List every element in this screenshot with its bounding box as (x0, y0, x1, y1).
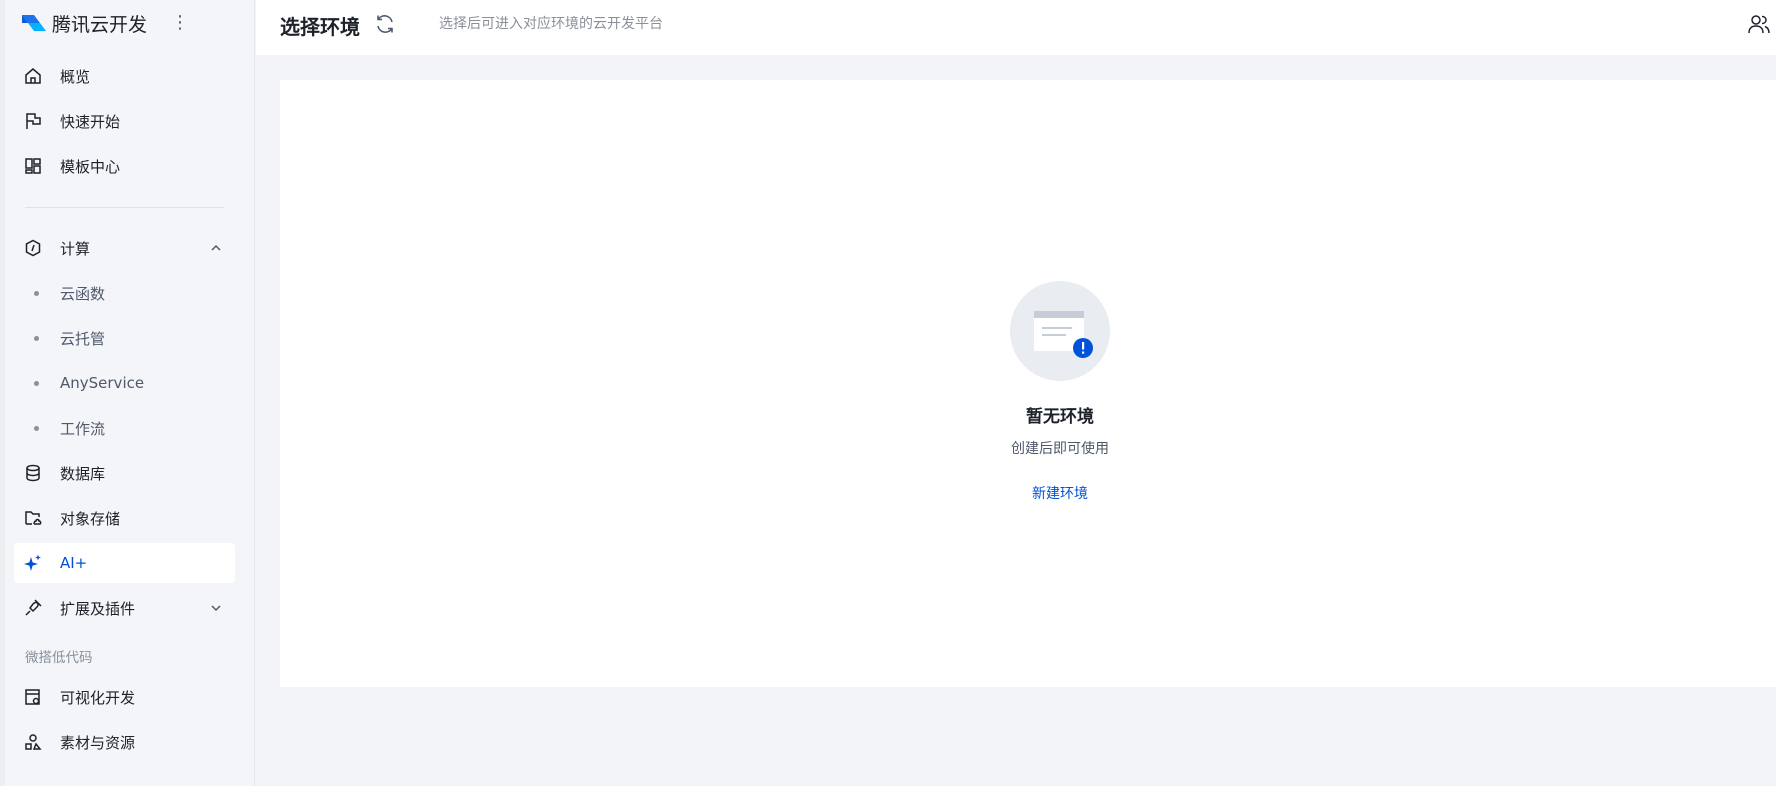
empty-state-description: 创建后即可使用 (1011, 441, 1109, 457)
chevron-down-icon (211, 605, 221, 612)
sidebar-item-label: 快速开始 (60, 112, 121, 131)
bullet-dot (34, 426, 39, 431)
create-environment-link[interactable]: 新建环境 (1000, 483, 1120, 503)
flag-icon (26, 113, 41, 129)
sidebar-subitem-cloud-hosting[interactable]: 云托管 (14, 318, 235, 358)
bullet-dot (34, 381, 39, 386)
sidebar-item-templates[interactable]: 模板中心 (14, 146, 235, 186)
tencent-cloud-logo-icon (22, 15, 46, 31)
sidebar-item-label: AnyService (60, 374, 145, 392)
page-title: 选择环境 (280, 15, 360, 39)
sidebar: 腾讯云开发 ⋮ 概览 快速开始 模板中心 计算 云函数 云托管 AnyServi… (0, 0, 255, 786)
plug-icon (25, 599, 42, 616)
grid-icon (25, 158, 41, 174)
sidebar-item-label: AI+ (60, 554, 88, 572)
brand[interactable]: 腾讯云开发 (20, 8, 240, 38)
sidebar-item-assets[interactable]: 素材与资源 (14, 722, 235, 762)
compute-icon (25, 239, 41, 257)
refresh-icon[interactable] (374, 13, 396, 35)
page-header: 选择环境 选择后可进入对应环境的云开发平台 (256, 0, 1776, 55)
visual-dev-icon (25, 689, 40, 705)
home-icon (25, 68, 41, 84)
sparkle-icon (24, 554, 41, 571)
sidebar-item-overview[interactable]: 概览 (14, 56, 235, 96)
sidebar-item-visual-dev[interactable]: 可视化开发 (14, 677, 235, 717)
more-vertical-icon[interactable]: ⋮ (168, 9, 192, 35)
sidebar-item-label: 概览 (60, 67, 91, 86)
sidebar-item-label: 计算 (60, 239, 91, 258)
chevron-up-icon (211, 244, 221, 251)
bullet-dot (34, 291, 39, 296)
sidebar-item-label: 可视化开发 (60, 688, 136, 707)
users-icon[interactable] (1748, 13, 1770, 35)
environment-card: 暂无环境 创建后即可使用 新建环境 (280, 80, 1776, 687)
sidebar-item-ai[interactable]: AI+ (14, 543, 235, 583)
page-hint: 选择后可进入对应环境的云开发平台 (439, 16, 663, 32)
sidebar-item-label: 素材与资源 (60, 733, 136, 752)
sidebar-item-label: 扩展及插件 (60, 599, 136, 618)
sidebar-item-label: 工作流 (60, 419, 106, 438)
sidebar-item-label: 数据库 (60, 464, 106, 483)
shapes-icon (25, 734, 42, 750)
sidebar-subitem-cloud-functions[interactable]: 云函数 (14, 273, 235, 313)
sidebar-item-label: 云函数 (60, 284, 106, 303)
sidebar-item-label: 模板中心 (60, 157, 121, 176)
sidebar-item-database[interactable]: 数据库 (14, 453, 235, 493)
section-title-lowcode: 微搭低代码 (25, 650, 93, 666)
sidebar-item-extensions[interactable]: 扩展及插件 (14, 588, 235, 628)
sidebar-subitem-anyservice[interactable]: AnyService (14, 363, 235, 403)
empty-state-title: 暂无环境 (1026, 407, 1094, 427)
sidebar-item-object-storage[interactable]: 对象存储 (14, 498, 235, 538)
database-icon (26, 464, 40, 482)
sidebar-subitem-workflow[interactable]: 工作流 (14, 408, 235, 448)
sidebar-item-compute[interactable]: 计算 (14, 228, 235, 268)
sidebar-item-label: 云托管 (60, 329, 106, 348)
sidebar-divider (25, 207, 224, 208)
brand-name: 腾讯云开发 (52, 13, 148, 36)
sidebar-item-quickstart[interactable]: 快速开始 (14, 101, 235, 141)
empty-state-illustration (1010, 281, 1110, 381)
folder-cloud-icon (25, 511, 42, 525)
empty-document-icon (1034, 311, 1093, 358)
bullet-dot (34, 336, 39, 341)
sidebar-item-label: 对象存储 (60, 509, 121, 528)
